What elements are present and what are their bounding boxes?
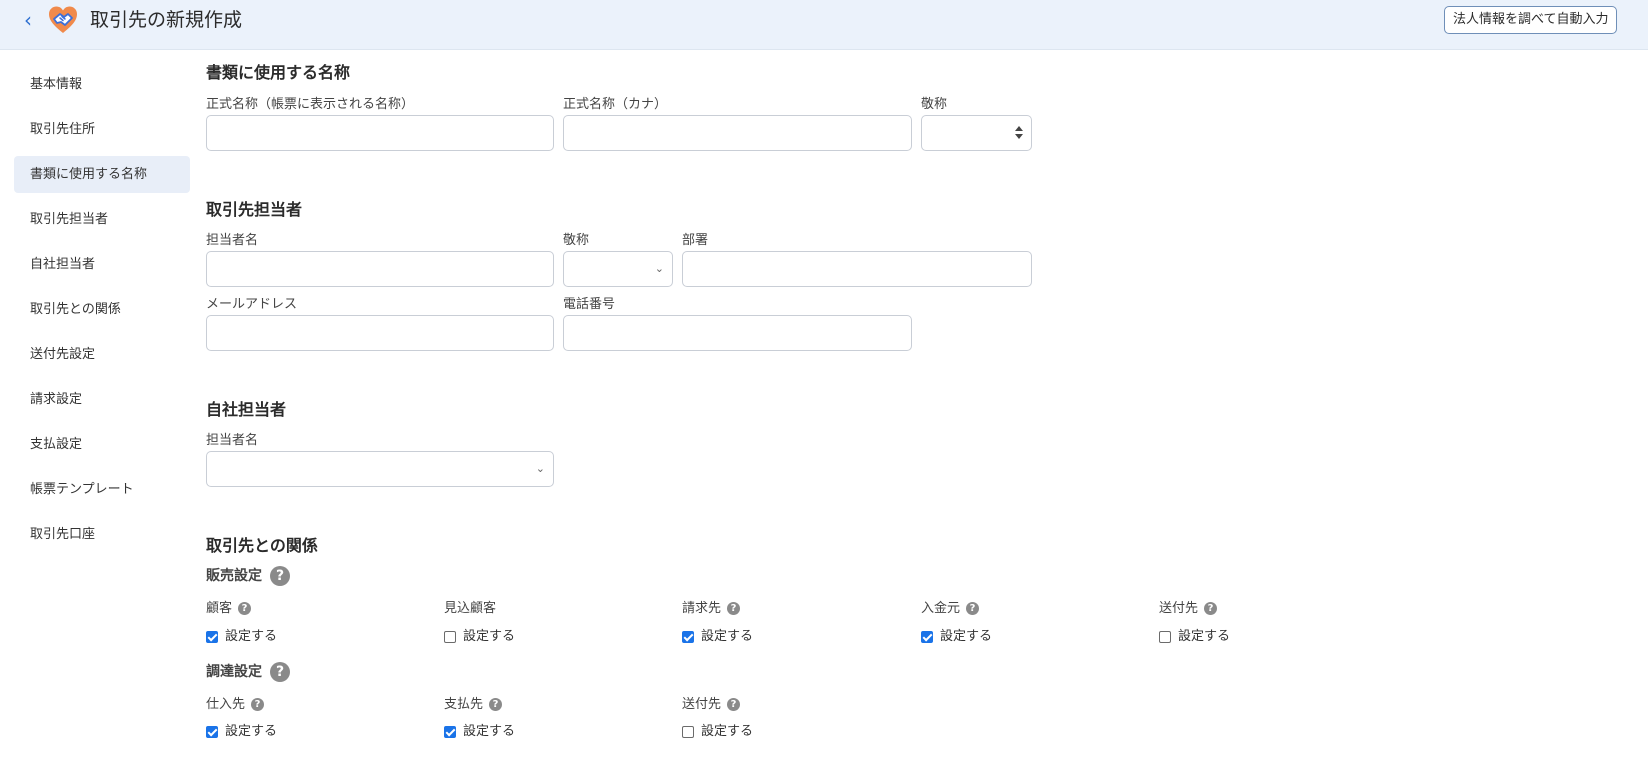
contact-honorific-label: 敬称	[563, 233, 590, 248]
payment-source-label: 入金元	[921, 601, 961, 616]
department-label: 部署	[682, 233, 709, 248]
sales-item-label: 請求先?	[682, 600, 741, 618]
billing-to-checkbox[interactable]: 設定する	[682, 627, 753, 647]
checkbox-checked-icon[interactable]	[682, 631, 694, 643]
sidebar-item-client-accounts[interactable]: 取引先口座	[14, 516, 190, 553]
phone-input[interactable]	[563, 315, 912, 351]
section-title-document-names: 書類に使用する名称	[206, 63, 351, 82]
payment-source-checkbox[interactable]: 設定する	[921, 627, 992, 647]
procurement-item-label: 支払先?	[444, 696, 503, 714]
own-contact-name-select[interactable]: ⌄	[206, 451, 554, 487]
checkbox-label: 設定する	[940, 629, 993, 644]
procurement-item-label: 仕入先?	[206, 696, 265, 714]
customer-checkbox[interactable]: 設定する	[206, 627, 277, 647]
sidebar-item-billing-settings[interactable]: 請求設定	[14, 381, 190, 418]
checkbox-unchecked-icon[interactable]	[682, 726, 694, 738]
email-label: メールアドレス	[206, 297, 298, 312]
checkbox-label: 設定する	[463, 724, 516, 739]
supplier-label: 仕入先	[206, 697, 246, 712]
doc-honorific-label: 敬称	[921, 97, 948, 112]
sidebar-item-document-names[interactable]: 書類に使用する名称	[14, 156, 190, 193]
supplier-checkbox[interactable]: 設定する	[206, 722, 277, 742]
official-name-input[interactable]	[206, 115, 554, 151]
sidebar-nav: 基本情報 取引先住所 書類に使用する名称 取引先担当者 自社担当者 取引先との関…	[14, 66, 190, 561]
payee-label: 支払先	[444, 697, 484, 712]
help-icon[interactable]: ?	[238, 602, 252, 615]
checkbox-checked-icon[interactable]	[206, 631, 218, 643]
phone-label: 電話番号	[563, 297, 616, 312]
sidebar-item-payment-settings[interactable]: 支払設定	[14, 426, 190, 463]
checkbox-label: 設定する	[701, 629, 754, 644]
email-input[interactable]	[206, 315, 554, 351]
prospect-checkbox[interactable]: 設定する	[444, 627, 515, 647]
help-icon[interactable]: ?	[1204, 602, 1218, 615]
help-icon[interactable]: ?	[251, 698, 265, 711]
procurement-send-to-checkbox[interactable]: 設定する	[682, 722, 753, 742]
back-icon[interactable]: ‹	[18, 6, 38, 34]
select-arrows-icon	[1015, 125, 1023, 141]
help-icon[interactable]: ?	[727, 698, 741, 711]
procurement-send-to-label: 送付先	[682, 697, 722, 712]
customer-label: 顧客	[206, 601, 233, 616]
sales-item-label: 見込顧客	[444, 600, 496, 618]
chevron-down-icon: ⌄	[654, 262, 664, 275]
sales-settings-title: 販売設定?	[206, 565, 290, 587]
contact-honorific-select[interactable]: ⌄	[563, 251, 673, 287]
checkbox-checked-icon[interactable]	[444, 726, 456, 738]
checkbox-label: 設定する	[225, 629, 278, 644]
sidebar-item-form-templates[interactable]: 帳票テンプレート	[14, 471, 190, 508]
payee-checkbox[interactable]: 設定する	[444, 722, 515, 742]
own-contact-name-label: 担当者名	[206, 433, 259, 448]
sales-item-label: 顧客?	[206, 600, 252, 618]
billing-to-label: 請求先	[682, 601, 722, 616]
checkbox-label: 設定する	[225, 724, 278, 739]
sales-item-label: 送付先?	[1159, 600, 1218, 618]
main-form: 書類に使用する名称 正式名称（帳票に表示される名称） 正式名称（カナ） 敬称 取…	[206, 0, 1606, 759]
checkbox-label: 設定する	[1178, 629, 1231, 644]
contact-name-label: 担当者名	[206, 233, 259, 248]
checkbox-label: 設定する	[463, 629, 516, 644]
sidebar-item-own-contact[interactable]: 自社担当者	[14, 246, 190, 283]
checkbox-unchecked-icon[interactable]	[444, 631, 456, 643]
sales-item-label: 入金元?	[921, 600, 980, 618]
official-kana-input[interactable]	[563, 115, 912, 151]
procurement-item-label: 送付先?	[682, 696, 741, 714]
send-to-checkbox[interactable]: 設定する	[1159, 627, 1230, 647]
section-title-relations: 取引先との関係	[206, 536, 318, 555]
help-icon[interactable]: ?	[727, 602, 741, 615]
help-icon[interactable]: ?	[966, 602, 980, 615]
section-title-own-contact: 自社担当者	[206, 400, 287, 419]
handshake-heart-logo-icon	[49, 6, 77, 33]
checkbox-unchecked-icon[interactable]	[1159, 631, 1171, 643]
help-icon[interactable]: ?	[270, 566, 290, 586]
chevron-down-icon: ⌄	[535, 462, 545, 475]
checkbox-label: 設定する	[701, 724, 754, 739]
official-kana-label: 正式名称（カナ）	[563, 97, 668, 112]
sidebar-item-client-address[interactable]: 取引先住所	[14, 111, 190, 148]
sidebar-item-relations[interactable]: 取引先との関係	[14, 291, 190, 328]
department-input[interactable]	[682, 251, 1032, 287]
checkbox-checked-icon[interactable]	[921, 631, 933, 643]
sidebar-item-client-contact[interactable]: 取引先担当者	[14, 201, 190, 238]
help-icon[interactable]: ?	[270, 662, 290, 682]
help-icon[interactable]: ?	[489, 698, 503, 711]
contact-name-input[interactable]	[206, 251, 554, 287]
section-title-client-contact: 取引先担当者	[206, 200, 303, 219]
sidebar-item-basic-info[interactable]: 基本情報	[14, 66, 190, 103]
procurement-settings-title: 調達設定?	[206, 661, 290, 683]
send-to-label: 送付先	[1159, 601, 1199, 616]
prospect-label: 見込顧客	[444, 601, 497, 616]
procurement-settings-label: 調達設定	[206, 664, 262, 680]
checkbox-checked-icon[interactable]	[206, 726, 218, 738]
doc-honorific-select[interactable]	[921, 115, 1032, 151]
sales-settings-label: 販売設定	[206, 568, 262, 584]
official-name-label: 正式名称（帳票に表示される名称）	[206, 97, 415, 112]
sidebar-item-shipping-settings[interactable]: 送付先設定	[14, 336, 190, 373]
